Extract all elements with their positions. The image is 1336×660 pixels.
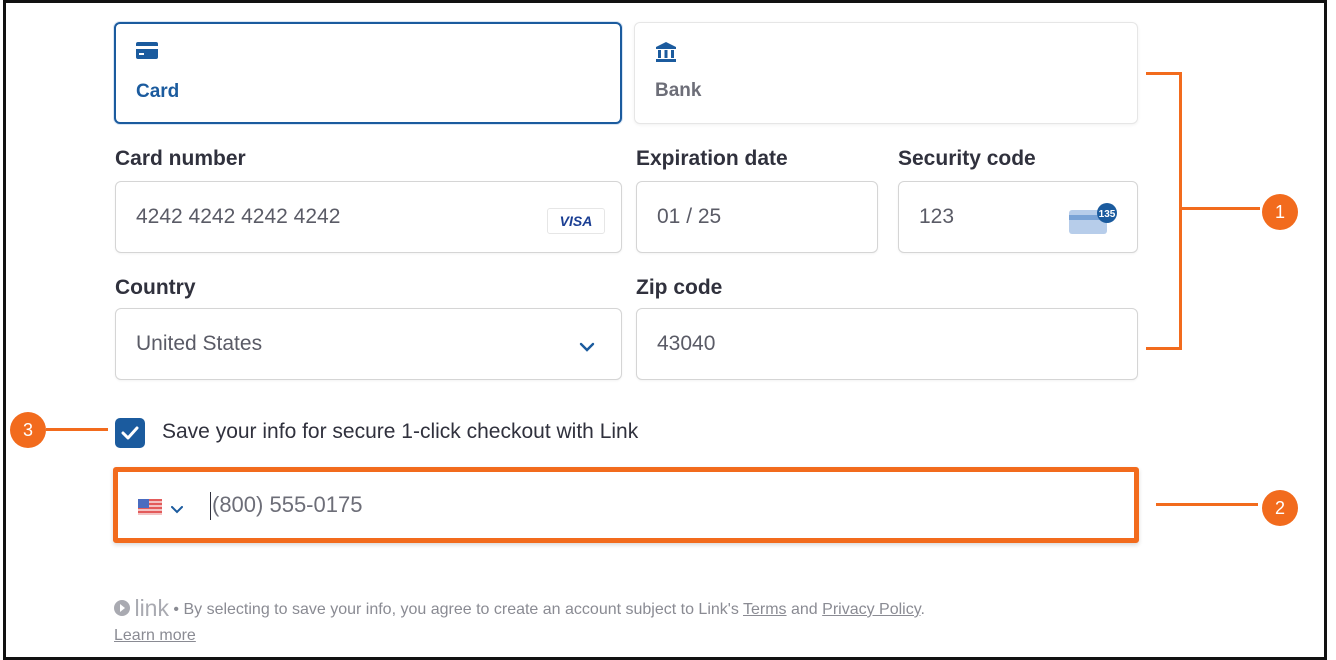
tab-bank[interactable]: Bank xyxy=(634,22,1138,124)
us-flag-icon[interactable] xyxy=(138,499,162,515)
checkmark-icon xyxy=(121,426,139,440)
card-number-input[interactable]: 4242 4242 4242 4242 VISA xyxy=(115,181,622,253)
security-code-value: 123 xyxy=(919,205,955,228)
learn-more-link[interactable]: Learn more xyxy=(114,627,196,644)
credit-card-icon xyxy=(136,42,158,65)
bracket-vertical xyxy=(1179,72,1182,350)
security-code-input[interactable]: 123 135 xyxy=(898,181,1138,253)
country-code-chevron-icon[interactable] xyxy=(171,501,183,519)
annotation-badge-3: 3 xyxy=(10,412,46,448)
card-number-label: Card number xyxy=(115,147,246,170)
zip-input[interactable]: 43040 xyxy=(636,308,1138,380)
link-brand: link xyxy=(134,595,169,621)
country-select[interactable]: United States xyxy=(115,308,622,380)
security-code-label: Security code xyxy=(898,147,1036,170)
phone-value: (800) 555-0175 xyxy=(212,492,363,517)
legal-and: and xyxy=(786,601,823,618)
annotation-badge-2: 2 xyxy=(1262,490,1298,526)
chevron-down-icon xyxy=(579,339,595,357)
tab-card[interactable]: Card xyxy=(114,22,622,124)
zip-label: Zip code xyxy=(636,276,723,299)
country-label: Country xyxy=(115,276,196,299)
annotation-badge-1: 1 xyxy=(1262,194,1298,230)
legal-text: link • By selecting to save your info, y… xyxy=(114,595,1144,649)
tab-bank-label: Bank xyxy=(655,80,702,101)
annotation-one-line xyxy=(1182,207,1260,210)
save-info-label[interactable]: Save your info for secure 1-click checko… xyxy=(162,420,638,444)
legal-body: • By selecting to save your info, you ag… xyxy=(168,601,743,618)
card-number-value: 4242 4242 4242 4242 xyxy=(136,205,341,228)
zip-value: 43040 xyxy=(657,332,716,355)
text-cursor xyxy=(210,492,211,520)
privacy-policy-link[interactable]: Privacy Policy xyxy=(822,601,920,618)
cvc-icon-text: 135 xyxy=(1099,209,1116,220)
phone-input[interactable]: (800) 555-0175 xyxy=(113,467,1139,543)
bracket-top xyxy=(1146,72,1182,75)
bank-icon xyxy=(655,41,677,68)
country-value: United States xyxy=(136,332,263,355)
annotation-three-line xyxy=(46,428,108,431)
bracket-bottom xyxy=(1146,347,1182,350)
expiration-input[interactable]: 01 / 25 xyxy=(636,181,878,253)
cvc-card-icon: 135 xyxy=(1069,202,1117,238)
expiration-value: 01 / 25 xyxy=(657,205,722,228)
legal-period: . xyxy=(920,601,925,618)
expiration-label: Expiration date xyxy=(636,147,788,170)
annotation-two-line xyxy=(1156,503,1258,506)
link-logo-icon xyxy=(114,600,130,616)
tab-card-label: Card xyxy=(136,81,180,102)
save-info-checkbox[interactable] xyxy=(115,418,145,448)
terms-link[interactable]: Terms xyxy=(743,601,787,618)
visa-icon: VISA xyxy=(547,208,605,234)
